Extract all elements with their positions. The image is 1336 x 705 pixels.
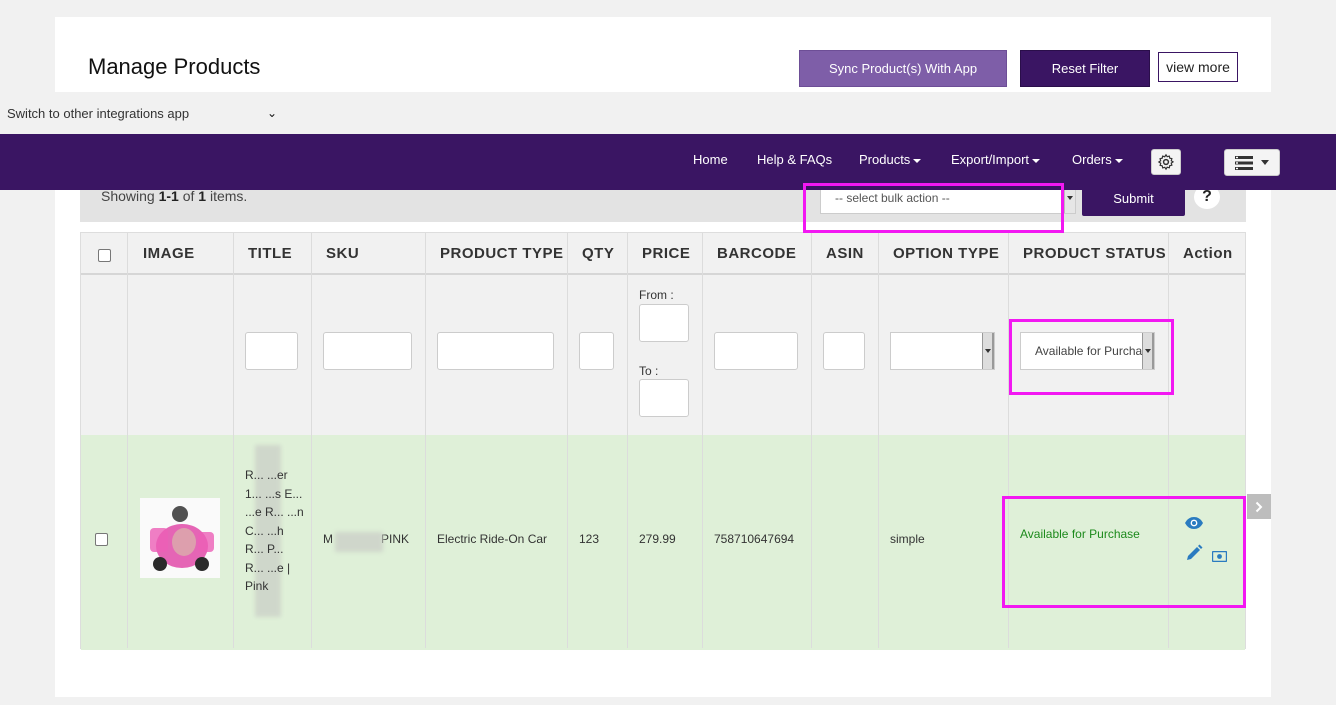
sku-filter-input[interactable] [323, 332, 412, 370]
showing-suffix: items. [206, 188, 248, 204]
column-divider [627, 233, 628, 648]
nav-export-import[interactable]: Export/Import [951, 152, 1041, 167]
caret-down-icon [913, 158, 922, 163]
product-status-cell: Available for Purchase [1020, 527, 1140, 541]
settings-button[interactable] [1151, 149, 1181, 175]
column-header-title[interactable]: TITLE [248, 245, 292, 262]
product-status-filter-select[interactable]: Available for Purchase [1020, 332, 1155, 370]
title-filter-input[interactable] [245, 332, 298, 370]
column-header-sku[interactable]: SKU [326, 245, 359, 262]
column-header-option-type[interactable]: OPTION TYPE [893, 245, 999, 262]
barcode-filter-input[interactable] [714, 332, 798, 370]
column-divider [425, 233, 426, 648]
showing-total: 1 [198, 188, 207, 204]
barcode-cell: 758710647694 [714, 532, 795, 546]
integrations-app-label: Switch to other integrations app [7, 105, 190, 121]
qty-filter-input[interactable] [579, 332, 614, 370]
column-divider [811, 233, 812, 648]
select-all-checkbox[interactable] [98, 249, 111, 262]
view-more-button[interactable]: view more [1158, 52, 1238, 82]
chevron-right-icon [1255, 501, 1263, 512]
column-divider [567, 233, 568, 648]
nav-products-label: Products [859, 152, 911, 167]
nav-export-import-label: Export/Import [951, 152, 1030, 167]
view-product-button[interactable] [1184, 516, 1204, 535]
showing-prefix: Showing [101, 188, 159, 204]
chevron-down-icon: ⌄ [266, 106, 277, 120]
edit-product-button[interactable] [1185, 544, 1203, 567]
page-title: Manage Products [88, 54, 261, 79]
row-checkbox[interactable] [95, 533, 108, 546]
eye-icon [1185, 517, 1203, 529]
reset-filter-button[interactable]: Reset Filter [1020, 50, 1150, 87]
pencil-icon [1187, 544, 1203, 560]
price-update-button[interactable] [1211, 549, 1228, 567]
product-image[interactable] [140, 498, 220, 578]
option-type-cell: simple [890, 532, 925, 546]
sync-products-button[interactable]: Sync Product(s) With App [799, 50, 1007, 87]
select-arrow-icon [982, 333, 994, 369]
list-menu-icon [1235, 155, 1253, 170]
product-type-cell: Electric Ride-On Car [437, 532, 548, 546]
sku-prefix: M [323, 532, 333, 546]
main-navbar: Home Help & FAQs Products Export/Import … [0, 134, 1336, 190]
money-icon [1211, 550, 1228, 563]
price-to-input[interactable] [639, 379, 689, 417]
price-from-input[interactable] [639, 304, 689, 342]
price-to-label: To : [639, 364, 659, 378]
caret-down-icon [1032, 158, 1041, 163]
product-title-cell: R... ...er 1... ...s E... ...e R... ...n… [245, 468, 304, 593]
option-type-filter-select[interactable] [890, 332, 995, 370]
nav-orders-label: Orders [1072, 152, 1112, 167]
showing-summary: Showing 1-1 of 1 items. [101, 188, 247, 204]
column-header-price[interactable]: PRICE [642, 245, 690, 262]
column-header-barcode[interactable]: BARCODE [717, 245, 796, 262]
price-cell: 279.99 [639, 532, 676, 546]
select-arrow-icon [1142, 333, 1154, 369]
column-divider [1008, 233, 1009, 648]
column-header-action: Action [1183, 245, 1233, 262]
product-status-filter-value: Available for Purchase [1035, 344, 1155, 358]
gear-icon [1157, 153, 1175, 171]
scroll-right-button[interactable] [1247, 494, 1271, 519]
caret-down-icon [1261, 160, 1269, 165]
column-header-image[interactable]: IMAGE [143, 245, 195, 262]
column-divider [702, 233, 703, 648]
price-from-label: From : [639, 288, 674, 302]
column-divider [233, 233, 234, 648]
redaction-blur [335, 532, 383, 552]
products-grid: IMAGE TITLE SKU PRODUCT TYPE QTY PRICE B… [80, 232, 1246, 650]
column-header-qty[interactable]: QTY [582, 245, 614, 262]
column-header-product-type[interactable]: PRODUCT TYPE [440, 245, 564, 262]
column-header-asin[interactable]: ASIN [826, 245, 864, 262]
product-thumbnail [140, 498, 220, 578]
column-divider [1168, 233, 1169, 648]
showing-of: of [178, 188, 199, 204]
nav-products[interactable]: Products [859, 152, 922, 167]
nav-orders[interactable]: Orders [1072, 152, 1123, 167]
caret-down-icon [1114, 158, 1123, 163]
nav-home[interactable]: Home [693, 152, 728, 167]
product-type-filter-input[interactable] [437, 332, 554, 370]
nav-help-faqs[interactable]: Help & FAQs [757, 152, 832, 167]
showing-range: 1-1 [158, 188, 179, 204]
asin-filter-input[interactable] [823, 332, 865, 370]
column-divider [311, 233, 312, 648]
column-divider [878, 233, 879, 648]
bulk-action-placeholder: -- select bulk action -- [835, 191, 950, 205]
list-menu-button[interactable] [1224, 149, 1280, 176]
column-header-product-status[interactable]: PRODUCT STATUS [1023, 245, 1166, 262]
integrations-app-select[interactable]: Switch to other integrations app ⌄ [7, 104, 279, 122]
column-divider [127, 233, 128, 648]
sku-suffix: PINK [381, 532, 410, 546]
qty-cell: 123 [579, 532, 600, 546]
